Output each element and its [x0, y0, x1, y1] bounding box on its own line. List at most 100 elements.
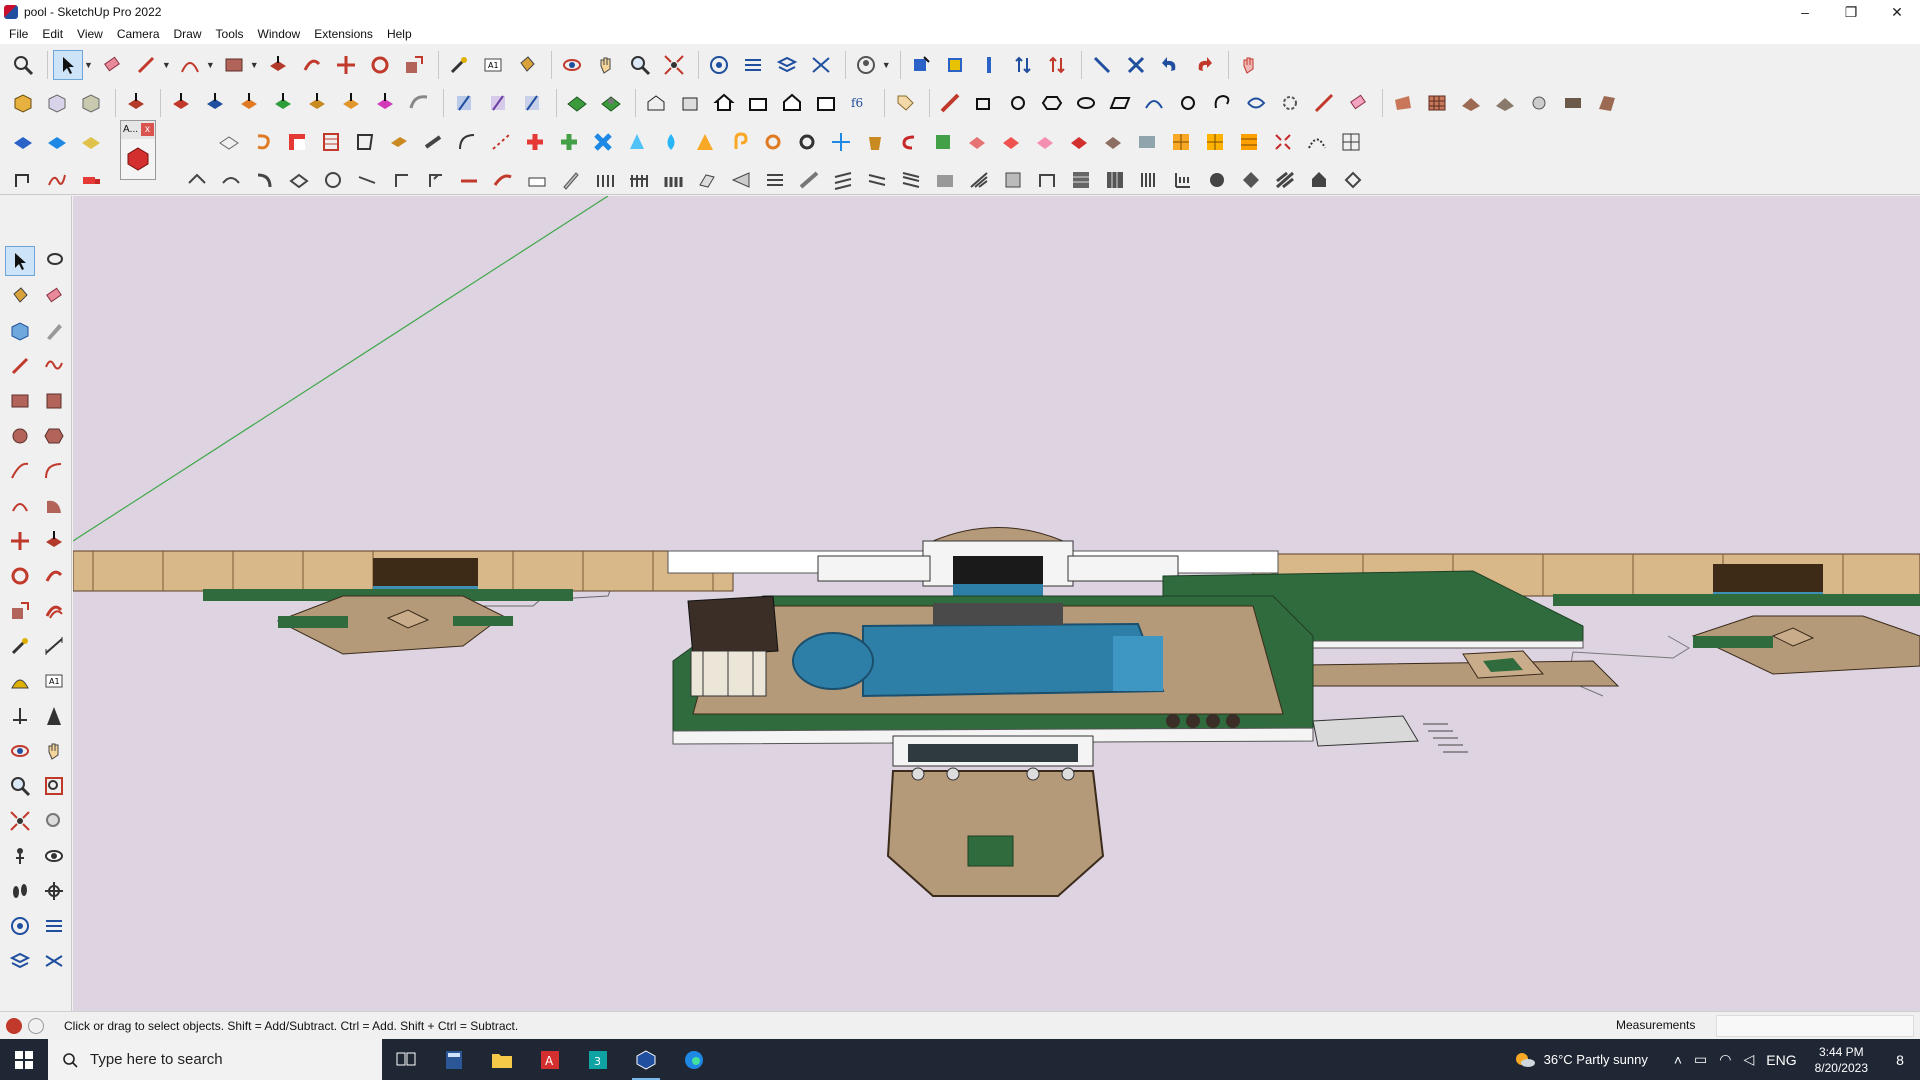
battery-icon[interactable]: ▭ — [1694, 1051, 1707, 1068]
surface-7-icon[interactable] — [1592, 88, 1622, 118]
section-plane-icon[interactable] — [39, 876, 69, 906]
face-outline-icon[interactable] — [214, 127, 244, 157]
house-6-icon[interactable] — [811, 88, 841, 118]
taskbar-search[interactable]: Type here to search — [48, 1039, 382, 1080]
solid-union-icon[interactable] — [121, 88, 151, 118]
two-point-arc-icon[interactable] — [39, 456, 69, 486]
offset-tool-icon[interactable] — [39, 596, 69, 626]
sketchup-taskbar-icon[interactable] — [622, 1039, 670, 1080]
file-explorer-icon[interactable] — [478, 1039, 526, 1080]
cube-shaded-icon[interactable] — [76, 88, 106, 118]
zoom-tool-icon[interactable] — [5, 771, 35, 801]
hook-icon[interactable] — [724, 127, 754, 157]
face-yellow-icon[interactable] — [76, 127, 106, 157]
info-icon[interactable] — [28, 1017, 44, 1034]
offset-red-icon[interactable] — [282, 127, 312, 157]
pan-hand-icon[interactable] — [591, 50, 621, 80]
line-arrow-icon[interactable] — [1309, 88, 1339, 118]
panel-20-icon[interactable] — [1338, 165, 1368, 195]
profile-7-icon[interactable] — [386, 165, 416, 195]
floating-palette-header[interactable]: A... x — [121, 121, 155, 139]
redo-icon[interactable] — [1189, 50, 1219, 80]
push-pull-pink-icon[interactable] — [370, 88, 400, 118]
geo-location-icon[interactable] — [6, 1017, 22, 1034]
edge-browser-icon[interactable] — [670, 1039, 718, 1080]
panel-19-icon[interactable] — [1304, 165, 1334, 195]
undo-icon[interactable] — [1155, 50, 1185, 80]
push-pull-orange-icon[interactable] — [234, 88, 264, 118]
tape-measure-tool-icon[interactable] — [5, 631, 35, 661]
edit-path-icon[interactable] — [8, 165, 38, 195]
follow-me-tool-icon[interactable] — [39, 561, 69, 591]
zoom-icon[interactable] — [625, 50, 655, 80]
calculator-icon[interactable] — [430, 1039, 478, 1080]
move-tool-icon[interactable] — [5, 526, 35, 556]
cone-icon[interactable] — [622, 127, 652, 157]
axes-tool-icon[interactable] — [5, 701, 35, 731]
panel-9-icon[interactable] — [964, 165, 994, 195]
component-1-icon[interactable] — [962, 127, 992, 157]
orbit-icon[interactable] — [557, 50, 587, 80]
warehouse-icon[interactable] — [5, 911, 35, 941]
panel-5-icon[interactable] — [828, 165, 858, 195]
panel-2-icon[interactable] — [726, 165, 756, 195]
shape-loop-icon[interactable] — [1241, 88, 1271, 118]
fence-3-icon[interactable] — [658, 165, 688, 195]
panel-15-icon[interactable] — [1168, 165, 1198, 195]
arc-icon[interactable] — [175, 50, 205, 80]
shape-parallelogram-icon[interactable] — [1105, 88, 1135, 118]
panel-3-icon[interactable] — [760, 165, 790, 195]
select-tool-icon[interactable] — [53, 50, 83, 80]
dimension-tool-icon[interactable] — [39, 631, 69, 661]
panel-12-icon[interactable] — [1066, 165, 1096, 195]
panel-6-icon[interactable] — [862, 165, 892, 195]
close-icon[interactable]: x — [141, 123, 154, 136]
task-view-icon[interactable] — [382, 1039, 430, 1080]
clip-icon[interactable] — [758, 127, 788, 157]
push-pull-green-icon[interactable] — [268, 88, 298, 118]
paint-bucket-icon[interactable] — [5, 281, 35, 311]
freehand-icon[interactable] — [39, 351, 69, 381]
text-icon[interactable]: A1 — [478, 50, 508, 80]
dotted-curve-icon[interactable] — [1302, 127, 1332, 157]
cube-solid-icon[interactable] — [8, 88, 38, 118]
ruby-gem-icon[interactable] — [125, 146, 151, 172]
face-blue-2-icon[interactable] — [42, 127, 72, 157]
surface-4-icon[interactable] — [1490, 88, 1520, 118]
eraser-pink-icon[interactable] — [1343, 88, 1373, 118]
panel-7-icon[interactable] — [896, 165, 926, 195]
push-pull-icon[interactable] — [263, 50, 293, 80]
walk-icon[interactable] — [5, 876, 35, 906]
chevron-down-icon[interactable]: ▼ — [162, 60, 171, 70]
menu-view[interactable]: View — [70, 24, 110, 44]
hand-stop-icon[interactable] — [1234, 50, 1264, 80]
menu-edit[interactable]: Edit — [35, 24, 70, 44]
house-2-icon[interactable] — [675, 88, 705, 118]
make-component-icon[interactable] — [5, 316, 35, 346]
rotate-tool-icon[interactable] — [5, 561, 35, 591]
rotated-rectangle-icon[interactable] — [39, 386, 69, 416]
profile-1-icon[interactable] — [182, 165, 212, 195]
3d-warehouse-icon[interactable] — [704, 50, 734, 80]
plus-red-icon[interactable] — [520, 127, 550, 157]
component-5-icon[interactable] — [1098, 127, 1128, 157]
x-blue-icon[interactable] — [588, 127, 618, 157]
panel-17-icon[interactable] — [1236, 165, 1266, 195]
push-pull-red-icon[interactable] — [166, 88, 196, 118]
scale-icon[interactable] — [399, 50, 429, 80]
menu-window[interactable]: Window — [251, 24, 308, 44]
panel-8-icon[interactable] — [930, 165, 960, 195]
menu-extensions[interactable]: Extensions — [307, 24, 380, 44]
text-tool-icon[interactable]: A1 — [39, 666, 69, 696]
ring-icon[interactable] — [792, 127, 822, 157]
knife-icon[interactable] — [556, 165, 586, 195]
zoom-extents-icon[interactable] — [659, 50, 689, 80]
orbit-tool-icon[interactable] — [5, 736, 35, 766]
function-icon[interactable]: f6 — [845, 88, 875, 118]
curve-icon[interactable] — [452, 127, 482, 157]
minimize-button[interactable]: – — [1782, 0, 1828, 24]
chevron-down-icon[interactable]: ▼ — [84, 60, 93, 70]
profile-red-icon[interactable] — [454, 165, 484, 195]
measurements-input[interactable] — [1716, 1015, 1914, 1037]
line-tool-icon[interactable] — [5, 351, 35, 381]
